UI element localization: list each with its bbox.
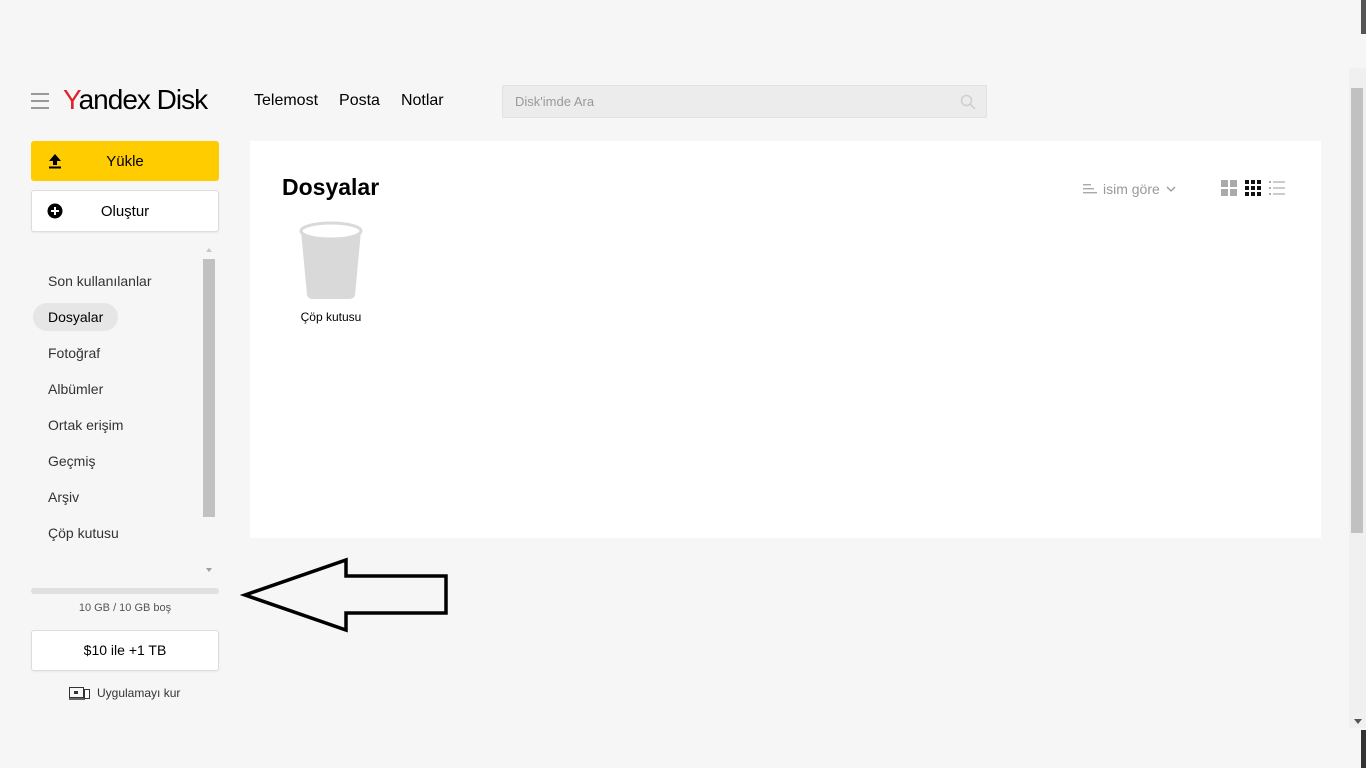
sidebar-item-archive[interactable]: Arşiv <box>33 483 94 511</box>
sidebar-item-albums[interactable]: Albümler <box>33 375 118 403</box>
sidebar-item-files[interactable]: Dosyalar <box>33 303 119 331</box>
scroll-up-arrow-icon[interactable] <box>206 248 212 252</box>
create-button[interactable]: Oluştur <box>31 190 219 232</box>
sidebar-scrollbar[interactable] <box>202 246 216 574</box>
sidebar-scroll-thumb[interactable] <box>203 259 215 517</box>
storage-text: 10 GB / 10 GB boş <box>78 602 172 614</box>
install-app-link[interactable]: Uygulamayı kur <box>69 686 180 700</box>
window-scroll-down-arrow-icon[interactable] <box>1354 719 1362 724</box>
search-icon[interactable] <box>960 94 976 110</box>
buy-storage-button[interactable]: $10 ile +1 TB <box>31 630 219 671</box>
sidebar-item-history[interactable]: Geçmiş <box>33 447 110 475</box>
trash-bin-icon <box>299 221 363 299</box>
page-title: Dosyalar <box>282 174 380 200</box>
search-input[interactable] <box>503 86 943 117</box>
install-app-label: Uygulamayı kur <box>97 686 181 700</box>
main-content-panel: Dosyalar isim göre Çöp kutusu <box>250 141 1321 538</box>
annotation-arrow-icon <box>240 557 448 633</box>
nav-link-telemost[interactable]: Telemost <box>254 90 318 112</box>
file-item-label: Çöp kutusu <box>300 310 362 324</box>
search-box <box>502 85 987 118</box>
upload-icon <box>49 154 61 169</box>
nav-link-notlar[interactable]: Notlar <box>401 90 444 112</box>
logo-letter-y: Y <box>63 84 80 115</box>
plus-circle-icon <box>47 203 63 219</box>
sidebar-item-recent[interactable]: Son kullanılanlar <box>33 267 167 295</box>
window-edge-bottom <box>1361 730 1366 768</box>
storage-progress-bar <box>31 588 219 594</box>
logo-text: andex Disk <box>78 84 209 115</box>
menu-hamburger-icon[interactable] <box>31 93 49 109</box>
view-mode-switch <box>1220 179 1286 197</box>
window-scrollbar[interactable] <box>1349 68 1366 728</box>
list-icon[interactable] <box>1268 179 1286 197</box>
window-edge-top <box>1361 0 1366 34</box>
large-grid-icon[interactable] <box>1220 179 1238 197</box>
file-item-trash[interactable]: Çöp kutusu <box>290 221 372 324</box>
sort-icon <box>1083 184 1097 194</box>
sort-dropdown[interactable]: isim göre <box>1083 181 1176 197</box>
chevron-down-icon <box>1166 186 1176 192</box>
upload-button[interactable]: Yükle <box>31 141 219 181</box>
sidebar-item-shared[interactable]: Ortak erişim <box>33 411 138 439</box>
devices-icon <box>69 687 90 700</box>
yandex-disk-logo[interactable]: Yandex Disk <box>63 84 209 116</box>
sidebar-item-photos[interactable]: Fotoğraf <box>33 339 115 367</box>
nav-link-posta[interactable]: Posta <box>339 90 380 112</box>
sidebar-item-trash[interactable]: Çöp kutusu <box>33 519 134 547</box>
scroll-down-arrow-icon[interactable] <box>206 568 212 572</box>
top-nav: Telemost Posta Notlar <box>254 90 444 112</box>
window-scroll-thumb[interactable] <box>1351 88 1363 533</box>
sort-label: isim göre <box>1103 181 1160 197</box>
sidebar-nav: Son kullanılanlar Dosyalar Fotoğraf Albü… <box>33 267 198 555</box>
small-grid-icon[interactable] <box>1244 179 1262 197</box>
